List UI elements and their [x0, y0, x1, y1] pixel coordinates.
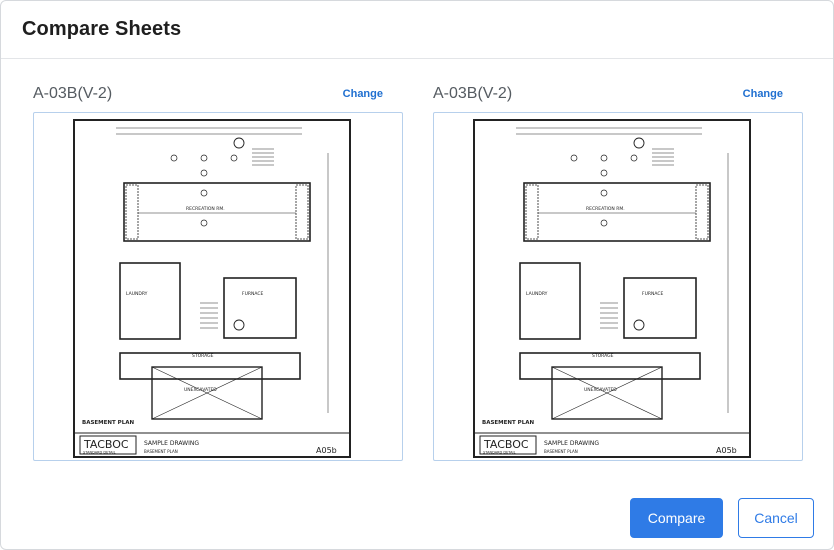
compare-sheets-dialog: Compare Sheets A-03B(V-2) Change RECREAT…	[0, 0, 834, 550]
floor-plan-drawing: RECREATION RM. LAUNDRY FURNACE STORAGE UNEXC…	[73, 119, 351, 458]
change-sheet-link[interactable]: Change	[343, 88, 383, 100]
room-label: LAUNDRY	[126, 291, 148, 297]
sheet-name: A-03B(V-2)	[433, 85, 513, 102]
sheet-border	[73, 119, 351, 458]
logo-subtext: STANDARD DETAIL	[83, 451, 116, 455]
sheet-subtitle: BASEMENT PLAN	[144, 449, 178, 454]
sheet-number: A05b	[716, 446, 737, 455]
plan-title: BASEMENT PLAN	[482, 420, 534, 426]
room-label: UNEXCAVATED	[184, 387, 217, 393]
sheet-name: A-03B(V-2)	[33, 85, 113, 102]
sheet-thumbnail[interactable]: RECREATION RM. LAUNDRY FURNACE STORAGE UNEXC…	[433, 112, 803, 461]
logo-text: TACBOC	[83, 438, 129, 451]
sheet-thumbnail[interactable]: RECREATION RM. LAUNDRY FURNACE STORAGE UNEXC…	[33, 112, 403, 461]
room-label: FURNACE	[242, 291, 264, 297]
room-label: RECREATION RM.	[586, 206, 625, 212]
sheet-border	[473, 119, 751, 458]
room-label: LAUNDRY	[526, 291, 548, 297]
room-label: FURNACE	[642, 291, 664, 297]
room-label: RECREATION RM.	[186, 206, 225, 212]
sheet-title: SAMPLE DRAWING	[144, 440, 199, 447]
room-label: UNEXCAVATED	[584, 387, 617, 393]
logo-text: TACBOC	[483, 438, 529, 451]
floor-plan-drawing: RECREATION RM. LAUNDRY FURNACE STORAGE UNEXC…	[473, 119, 751, 458]
sheet-title: SAMPLE DRAWING	[544, 440, 599, 447]
cancel-button[interactable]: Cancel	[738, 498, 814, 538]
dialog-title: Compare Sheets	[22, 18, 182, 40]
sheet-number: A05b	[316, 446, 337, 455]
logo-subtext: STANDARD DETAIL	[483, 451, 516, 455]
dialog-header: Compare Sheets	[1, 1, 833, 59]
change-sheet-link[interactable]: Change	[743, 88, 783, 100]
sheet-subtitle: BASEMENT PLAN	[544, 449, 578, 454]
room-label: STORAGE	[592, 353, 614, 359]
room-label: STORAGE	[192, 353, 214, 359]
compare-button[interactable]: Compare	[630, 498, 723, 538]
plan-title: BASEMENT PLAN	[82, 420, 134, 426]
